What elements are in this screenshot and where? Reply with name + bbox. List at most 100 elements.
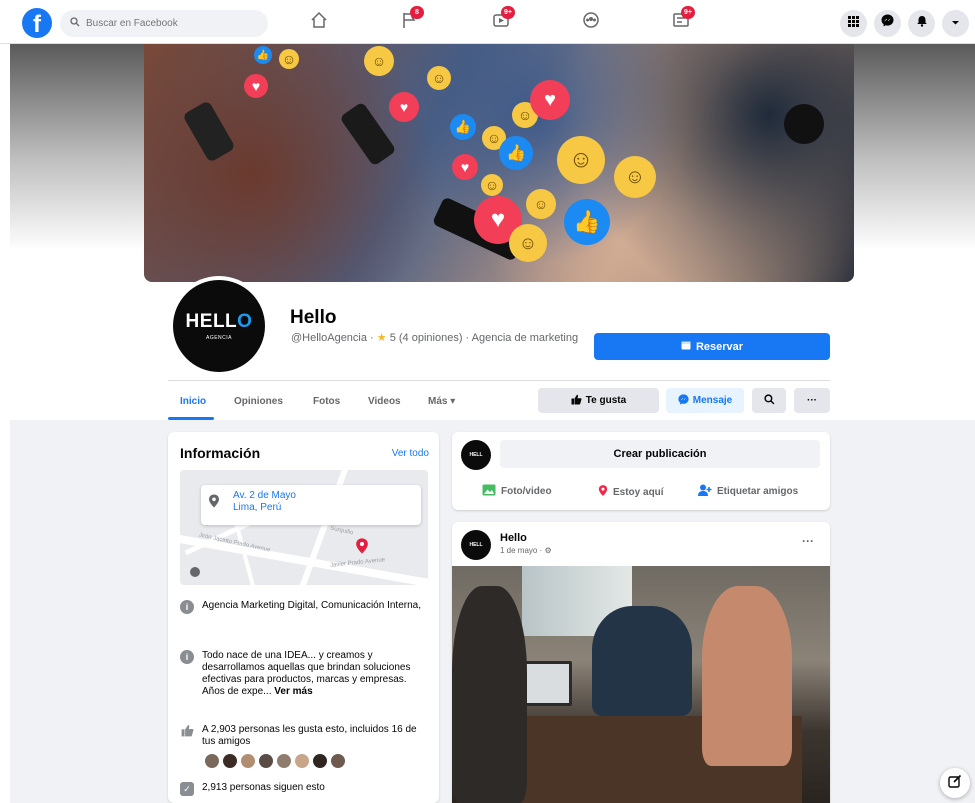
page-avatar[interactable]: HELLO AGENCIA <box>169 276 269 376</box>
cover-smile-icon: ☺ <box>614 156 656 198</box>
gaming-icon[interactable]: 9+ <box>669 6 695 33</box>
cover-smile-icon: ☺ <box>427 66 451 90</box>
info-category-row: i Agencia Marketing Digital, Comunicació… <box>180 600 430 614</box>
home-icon[interactable] <box>307 11 331 33</box>
cover-smile-icon: ☺ <box>526 189 556 219</box>
cover-smile-icon: ☺ <box>557 136 605 184</box>
photo-video-button[interactable]: Foto/video <box>482 484 552 499</box>
page-title: Hello <box>290 307 337 328</box>
top-navbar: f 8 9+ 9+ <box>0 0 975 44</box>
new-message-button[interactable] <box>940 768 970 798</box>
post-author-avatar[interactable]: HELL <box>461 530 491 560</box>
gaming-badge: 9+ <box>681 6 695 19</box>
search-icon <box>763 393 775 408</box>
post-date-text: 1 de mayo <box>500 546 538 555</box>
like-page-button[interactable]: Te gusta <box>538 388 659 413</box>
friend-avatar[interactable] <box>204 753 220 769</box>
header-divider <box>168 380 830 381</box>
followers-icon: ✓ <box>180 782 194 796</box>
friend-avatar[interactable] <box>294 753 310 769</box>
logo-subtitle: AGENCIA <box>205 335 232 341</box>
cover-photo[interactable]: ♥ ☺ 👍 ☺ ♥ ☺ 👍 ☺ ♥ 👍 ☺ ♥ ☺ ♥ ☺ 👍 ☺ ☺ ☺ <box>144 44 854 282</box>
page-mini-avatar[interactable]: HELL <box>461 440 491 470</box>
photo-video-label: Foto/video <box>501 486 552 497</box>
thumbs-up-icon <box>571 394 582 408</box>
map-street-label: Surquillo <box>329 525 354 537</box>
message-button[interactable]: Mensaje <box>666 388 744 413</box>
cover-smile-icon: ☺ <box>509 224 547 262</box>
post-card: HELL Hello 1 de mayo · ⚙ ··· <box>452 522 830 803</box>
messenger-icon[interactable] <box>874 10 901 37</box>
create-post-button[interactable]: Crear publicación <box>500 440 820 468</box>
page-category[interactable]: Agencia de marketing <box>472 332 578 344</box>
friend-avatar[interactable] <box>330 753 346 769</box>
cover-like-icon: 👍 <box>254 46 272 64</box>
page-meta: @HelloAgencia · ★ 5 (4 opiniones) · Agen… <box>291 332 579 344</box>
account-dropdown-icon[interactable] <box>942 10 969 37</box>
location-map[interactable]: Av. 2 de Mayo Lima, Perú Surquillo Jirón… <box>180 470 428 585</box>
groups-icon[interactable] <box>579 11 603 33</box>
see-all-link[interactable]: Ver todo <box>392 448 429 459</box>
cover-heart-icon: ♥ <box>452 154 478 180</box>
pages-badge: 8 <box>410 6 424 19</box>
post-options-icon[interactable]: ··· <box>802 534 814 548</box>
tab-more[interactable]: Más ▾ <box>428 396 455 407</box>
cover-heart-icon: ♥ <box>530 80 570 120</box>
reserve-button-label: Reservar <box>695 340 744 353</box>
address-card[interactable]: Av. 2 de Mayo Lima, Perú <box>201 485 421 525</box>
info-title: Información <box>180 445 261 461</box>
tab-videos[interactable]: Videos <box>368 396 401 407</box>
active-tab-indicator <box>168 417 214 420</box>
friend-avatar[interactable] <box>258 753 274 769</box>
watch-icon[interactable]: 9+ <box>489 6 515 33</box>
post-date[interactable]: 1 de mayo · ⚙ <box>500 546 552 555</box>
search-input[interactable] <box>86 18 246 29</box>
menu-grid-icon[interactable] <box>840 10 867 37</box>
more-dots-icon: ··· <box>807 395 817 406</box>
page-handle[interactable]: @HelloAgencia <box>291 332 367 344</box>
info-card: Información Ver todo Av. 2 de Mayo Lima,… <box>168 432 439 803</box>
tag-friends-button[interactable]: Etiquetar amigos <box>698 484 798 499</box>
cover-phone-shape <box>339 101 397 167</box>
info-followers-text: 2,913 personas siguen esto <box>202 782 325 793</box>
reserve-button[interactable]: Reservar <box>594 333 830 360</box>
search-box[interactable] <box>60 10 268 37</box>
friends-avatars[interactable] <box>204 753 346 769</box>
check-in-button[interactable]: Estoy aquí <box>598 484 664 500</box>
notifications-bell-icon[interactable] <box>908 10 935 37</box>
globe-icon: ⚙ <box>544 546 552 555</box>
cover-like-icon: 👍 <box>450 114 476 140</box>
friend-avatar[interactable] <box>276 753 292 769</box>
cover-headphone-shape <box>784 104 824 144</box>
like-page-label: Te gusta <box>585 395 627 406</box>
cover-smile-icon: ☺ <box>364 46 394 76</box>
info-icon: i <box>180 600 194 614</box>
map-current-location-icon[interactable] <box>190 567 200 577</box>
friend-avatar[interactable] <box>240 753 256 769</box>
facebook-logo-icon[interactable]: f <box>22 8 52 38</box>
more-options-button[interactable]: ··· <box>794 388 830 413</box>
cover-like-icon: 👍 <box>564 199 610 245</box>
friend-avatar[interactable] <box>312 753 328 769</box>
tab-fotos[interactable]: Fotos <box>313 396 340 407</box>
page-search-button[interactable] <box>752 388 786 413</box>
see-more-link[interactable]: Ver más <box>274 686 312 697</box>
map-marker-icon[interactable] <box>355 537 369 560</box>
cover-phone-shape <box>182 100 236 163</box>
message-button-label: Mensaje <box>692 395 733 406</box>
pages-flag-icon[interactable]: 8 <box>398 6 424 33</box>
info-likes-text[interactable]: A 2,903 personas les gusta esto, incluid… <box>202 724 430 748</box>
cover-like-icon: 👍 <box>499 136 533 170</box>
post-author[interactable]: Hello <box>500 532 527 544</box>
tab-inicio[interactable]: Inicio <box>180 396 206 407</box>
cover-heart-icon: ♥ <box>389 92 419 122</box>
cover-smile-icon: ☺ <box>481 174 503 196</box>
search-icon <box>70 17 80 30</box>
tab-opiniones[interactable]: Opiniones <box>234 396 283 407</box>
photo-icon <box>482 484 496 499</box>
page-rating[interactable]: 5 (4 opiniones) <box>390 332 463 344</box>
address-line-1: Av. 2 de Mayo <box>233 490 296 501</box>
photo-person-shape <box>592 606 692 716</box>
friend-avatar[interactable] <box>222 753 238 769</box>
post-image[interactable] <box>452 566 830 803</box>
